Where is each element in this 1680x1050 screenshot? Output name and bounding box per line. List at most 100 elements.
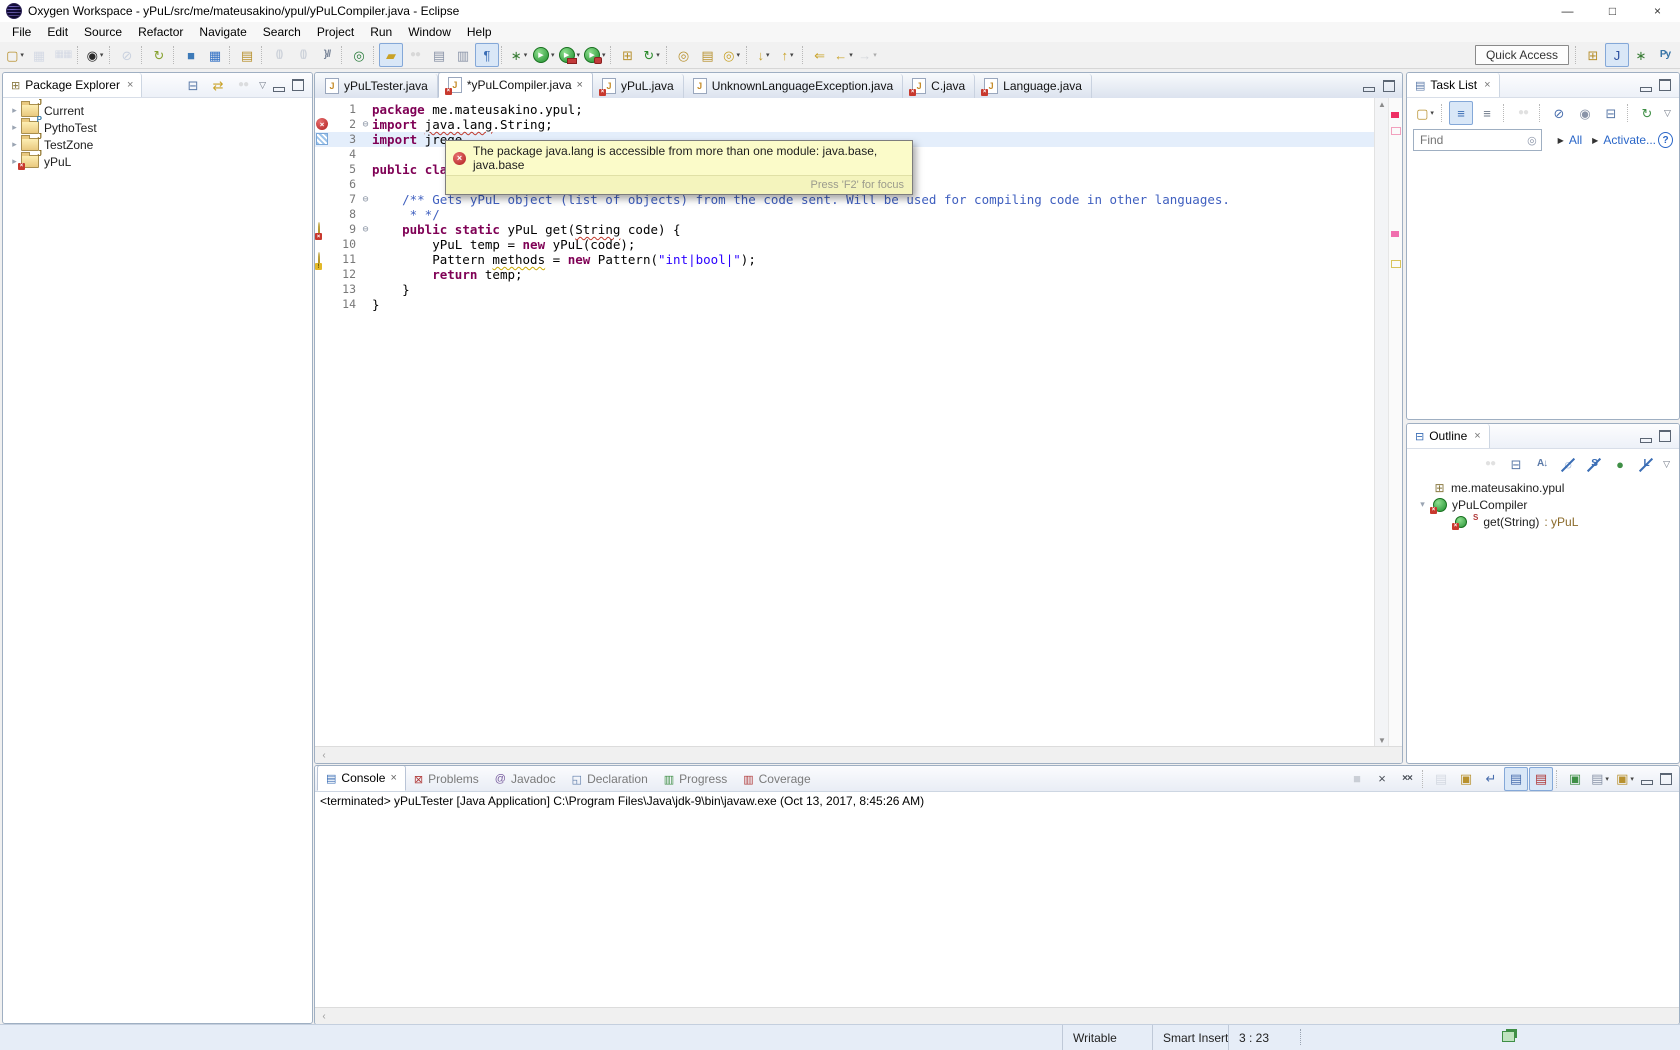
view-menu-button[interactable]: ▽ <box>256 80 269 91</box>
collapse-all-button[interactable]: ⊟ <box>181 73 205 97</box>
minimize-console-button[interactable] <box>1641 780 1653 785</box>
show-on-stderr-toggle[interactable]: ▤ <box>1529 766 1553 791</box>
update-project-button[interactable]: ↻ <box>147 43 171 67</box>
editor-tab-c-java[interactable]: J × C.java <box>903 74 976 98</box>
project-pythotest[interactable]: ▸ P PythoTest <box>3 115 312 136</box>
menu-item-navigate[interactable]: Navigate <box>191 23 254 41</box>
overview-error-mark[interactable] <box>1391 112 1399 118</box>
console-tab-declaration[interactable]: ◱ Declaration <box>564 767 656 791</box>
project-ypul[interactable]: ▸ J × yPuL <box>3 149 312 170</box>
editor-tab-ypultester-java[interactable]: JyPuLTester.java <box>316 74 438 98</box>
menu-item-help[interactable]: Help <box>459 23 500 41</box>
menu-item-edit[interactable]: Edit <box>39 23 76 41</box>
collapse-all-button[interactable]: ⊟ <box>1599 101 1623 125</box>
close-icon[interactable]: × <box>127 79 133 91</box>
chevron-right-icon[interactable]: ▸ <box>9 122 20 133</box>
word-wrap-toggle[interactable]: ↵ <box>1479 767 1503 791</box>
overview-ruler[interactable] <box>1388 98 1402 747</box>
new-java-project-button[interactable]: ⊞ <box>616 43 640 67</box>
show-source-button[interactable]: ▥ <box>451 43 475 67</box>
scheduled-view-toggle[interactable]: ≡ <box>1475 101 1499 125</box>
new-task-button[interactable]: ▢ ▾ <box>1413 101 1437 125</box>
run-button[interactable]: ▶ ▾ <box>531 43 557 67</box>
highlighter-button[interactable]: ▰ <box>379 43 403 67</box>
pydev-perspective-button[interactable]: Py <box>1653 43 1677 67</box>
open-task-button[interactable]: ▤ <box>427 43 451 67</box>
code-editor[interactable]: 1 package me.mateusakino.ypul; × 2 ⊖ import j… <box>315 98 1375 747</box>
menu-item-refactor[interactable]: Refactor <box>130 23 191 41</box>
open-type-hierarchy-button[interactable]: ◎ <box>347 43 371 67</box>
help-icon[interactable]: ? <box>1658 132 1673 148</box>
maximize-editor-button[interactable] <box>1383 79 1395 92</box>
package-explorer-tab[interactable]: ⊞ Package Explorer × <box>3 73 143 97</box>
maximize-package-explorer-button[interactable] <box>292 79 304 91</box>
hide-static-toggle[interactable]: S <box>1582 452 1606 476</box>
sort-button[interactable]: A↓ <box>1530 452 1554 476</box>
show-on-stdout-toggle[interactable]: ▤ <box>1504 766 1528 791</box>
editor-tab-ypul-java[interactable]: J × yPuL.java <box>593 74 684 98</box>
editor-tab-language-java[interactable]: J × Language.java <box>975 74 1092 98</box>
menu-item-window[interactable]: Window <box>400 23 459 41</box>
maximize-window-button[interactable]: □ <box>1590 0 1635 22</box>
console-tab-progress[interactable]: ▥ Progress <box>656 767 735 791</box>
minimize-window-button[interactable]: — <box>1545 0 1590 22</box>
fold-collapse-icon[interactable]: ⊖ <box>359 117 372 132</box>
open-type-button[interactable]: ◎ <box>672 43 696 67</box>
search-button[interactable]: ◎ ▾ <box>720 43 744 67</box>
last-edit-bracket-button[interactable]: }// <box>315 43 339 67</box>
chevron-down-icon[interactable]: ▾ <box>1417 499 1428 510</box>
maximize-outline-button[interactable] <box>1659 430 1671 442</box>
task-list-tab[interactable]: ▤ Task List × <box>1407 73 1500 97</box>
remove-all-terminated-button[interactable]: ×× <box>1395 767 1419 791</box>
menu-item-file[interactable]: File <box>4 23 39 41</box>
remove-launch-button[interactable]: × <box>1370 767 1394 791</box>
outline-item-me-mateusakino-ypul[interactable]: ⊞ me.mateusakino.ypul <box>1407 479 1679 496</box>
open-perspective-button[interactable]: ⊞ <box>1581 43 1605 67</box>
previous-annotation-nav-button[interactable]: ↑ ▾ <box>776 43 800 67</box>
maximize-console-button[interactable] <box>1660 772 1672 785</box>
debug-button[interactable]: ∗ ▾ <box>507 43 531 67</box>
next-annotation-nav-button[interactable]: ↓ ▾ <box>752 43 776 67</box>
outline-tab[interactable]: ⊟ Outline × <box>1407 424 1490 448</box>
close-tab-icon[interactable]: × <box>390 772 396 784</box>
overview-pink-mark[interactable] <box>1391 231 1399 237</box>
menu-item-run[interactable]: Run <box>362 23 400 41</box>
categorized-view-toggle[interactable]: ≡ <box>1449 101 1473 125</box>
open-console-button[interactable]: ▣ ▾ <box>1613 767 1637 791</box>
minimize-package-explorer-button[interactable] <box>273 86 285 92</box>
fold-collapse-icon[interactable]: ⊖ <box>359 222 372 237</box>
menu-item-project[interactable]: Project <box>309 23 362 41</box>
account-button[interactable]: ◉ ▾ <box>83 43 107 67</box>
task-all-link[interactable]: All <box>1569 133 1582 147</box>
hide-completed-toggle[interactable]: ⊘ <box>1547 101 1571 125</box>
console-tab-problems[interactable]: ⊠ Problems <box>406 767 487 791</box>
hide-non-public-toggle[interactable]: ● <box>1608 452 1632 476</box>
console-tab-javadoc[interactable]: @ Javadoc <box>487 767 564 791</box>
last-edit-location-button[interactable]: ⇐ <box>808 43 832 67</box>
chevron-right-icon[interactable]: ▸ <box>9 139 20 150</box>
task-activate-link[interactable]: Activate... <box>1603 133 1656 147</box>
link-with-editor-button[interactable]: ⇄ <box>206 73 230 97</box>
task-find-input[interactable] <box>1418 132 1528 148</box>
quick-access-box[interactable]: Quick Access <box>1474 45 1569 65</box>
editor-vertical-scrollbar[interactable]: ▲ ▼ <box>1374 98 1389 747</box>
editor-horizontal-scrollbar[interactable]: ‹ <box>315 746 1402 763</box>
console-output[interactable] <box>315 810 1679 1007</box>
project-testzone[interactable]: ▸ J TestZone <box>3 132 312 153</box>
console-horizontal-scrollbar[interactable]: ‹ <box>315 1007 1679 1024</box>
new-wizard-button[interactable]: ▢ ▾ <box>3 43 27 67</box>
filter-people-button[interactable]: ◉ <box>1573 101 1597 125</box>
view-menu-button[interactable]: ▽ <box>1660 459 1673 470</box>
close-tab-icon[interactable]: × <box>577 79 583 91</box>
view-menu-button[interactable]: ▽ <box>1661 108 1674 119</box>
minimize-editor-button[interactable] <box>1363 87 1375 92</box>
show-whitespace-toggle[interactable]: ¶ <box>475 43 499 67</box>
back-button[interactable]: ← ▾ <box>832 43 856 67</box>
refresh-connection-button[interactable]: ↻ ▾ <box>640 43 664 67</box>
coverage-button[interactable]: ▶ ▾ <box>557 43 583 67</box>
overview-yellow-mark[interactable] <box>1391 260 1401 268</box>
fold-collapse-icon[interactable]: ⊖ <box>359 192 372 207</box>
minimize-outline-button[interactable] <box>1640 437 1652 443</box>
hide-fields-toggle[interactable]: ◌ <box>1556 452 1580 476</box>
maximize-task-list-button[interactable] <box>1659 79 1671 91</box>
